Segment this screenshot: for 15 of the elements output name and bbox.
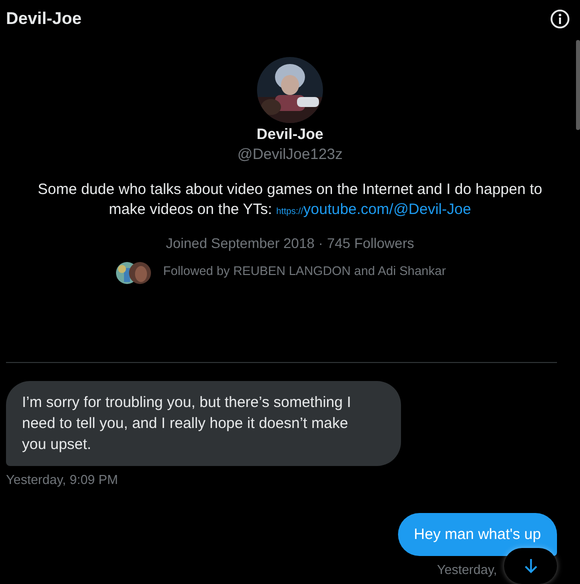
profile-name: Devil-Joe [256, 126, 324, 143]
scroll-down-button[interactable] [504, 548, 557, 584]
message-time: Yesterday, 9:09 PM [6, 472, 118, 487]
profile-meta: Joined September 2018 · 745 Followers [166, 235, 414, 251]
profile-link[interactable]: https://youtube.com/@Devil-Joe [276, 201, 472, 218]
conversation-title: Devil-Joe [6, 9, 82, 29]
profile-handle: @DevilJoe123z [237, 146, 343, 163]
scrollbar[interactable] [576, 40, 580, 130]
message-bubble: I’m sorry for troubling you, but there’s something I need to tell you, and I really hope it doesn’t make you upset. [6, 381, 401, 466]
info-icon[interactable] [550, 9, 570, 29]
arrow-down-icon [524, 558, 538, 574]
message-time: Yesterday, [437, 562, 497, 577]
profile-bio: Some dude who talks about video games on the Internet and I do happen to make videos on the YTs: https://youtube.com/@Devil-Joe [36, 180, 544, 220]
message-bubble: Hey man what's up [398, 513, 557, 556]
followed-by-text: Followed by REUBEN LANGDON and Adi Shankar [163, 264, 446, 278]
